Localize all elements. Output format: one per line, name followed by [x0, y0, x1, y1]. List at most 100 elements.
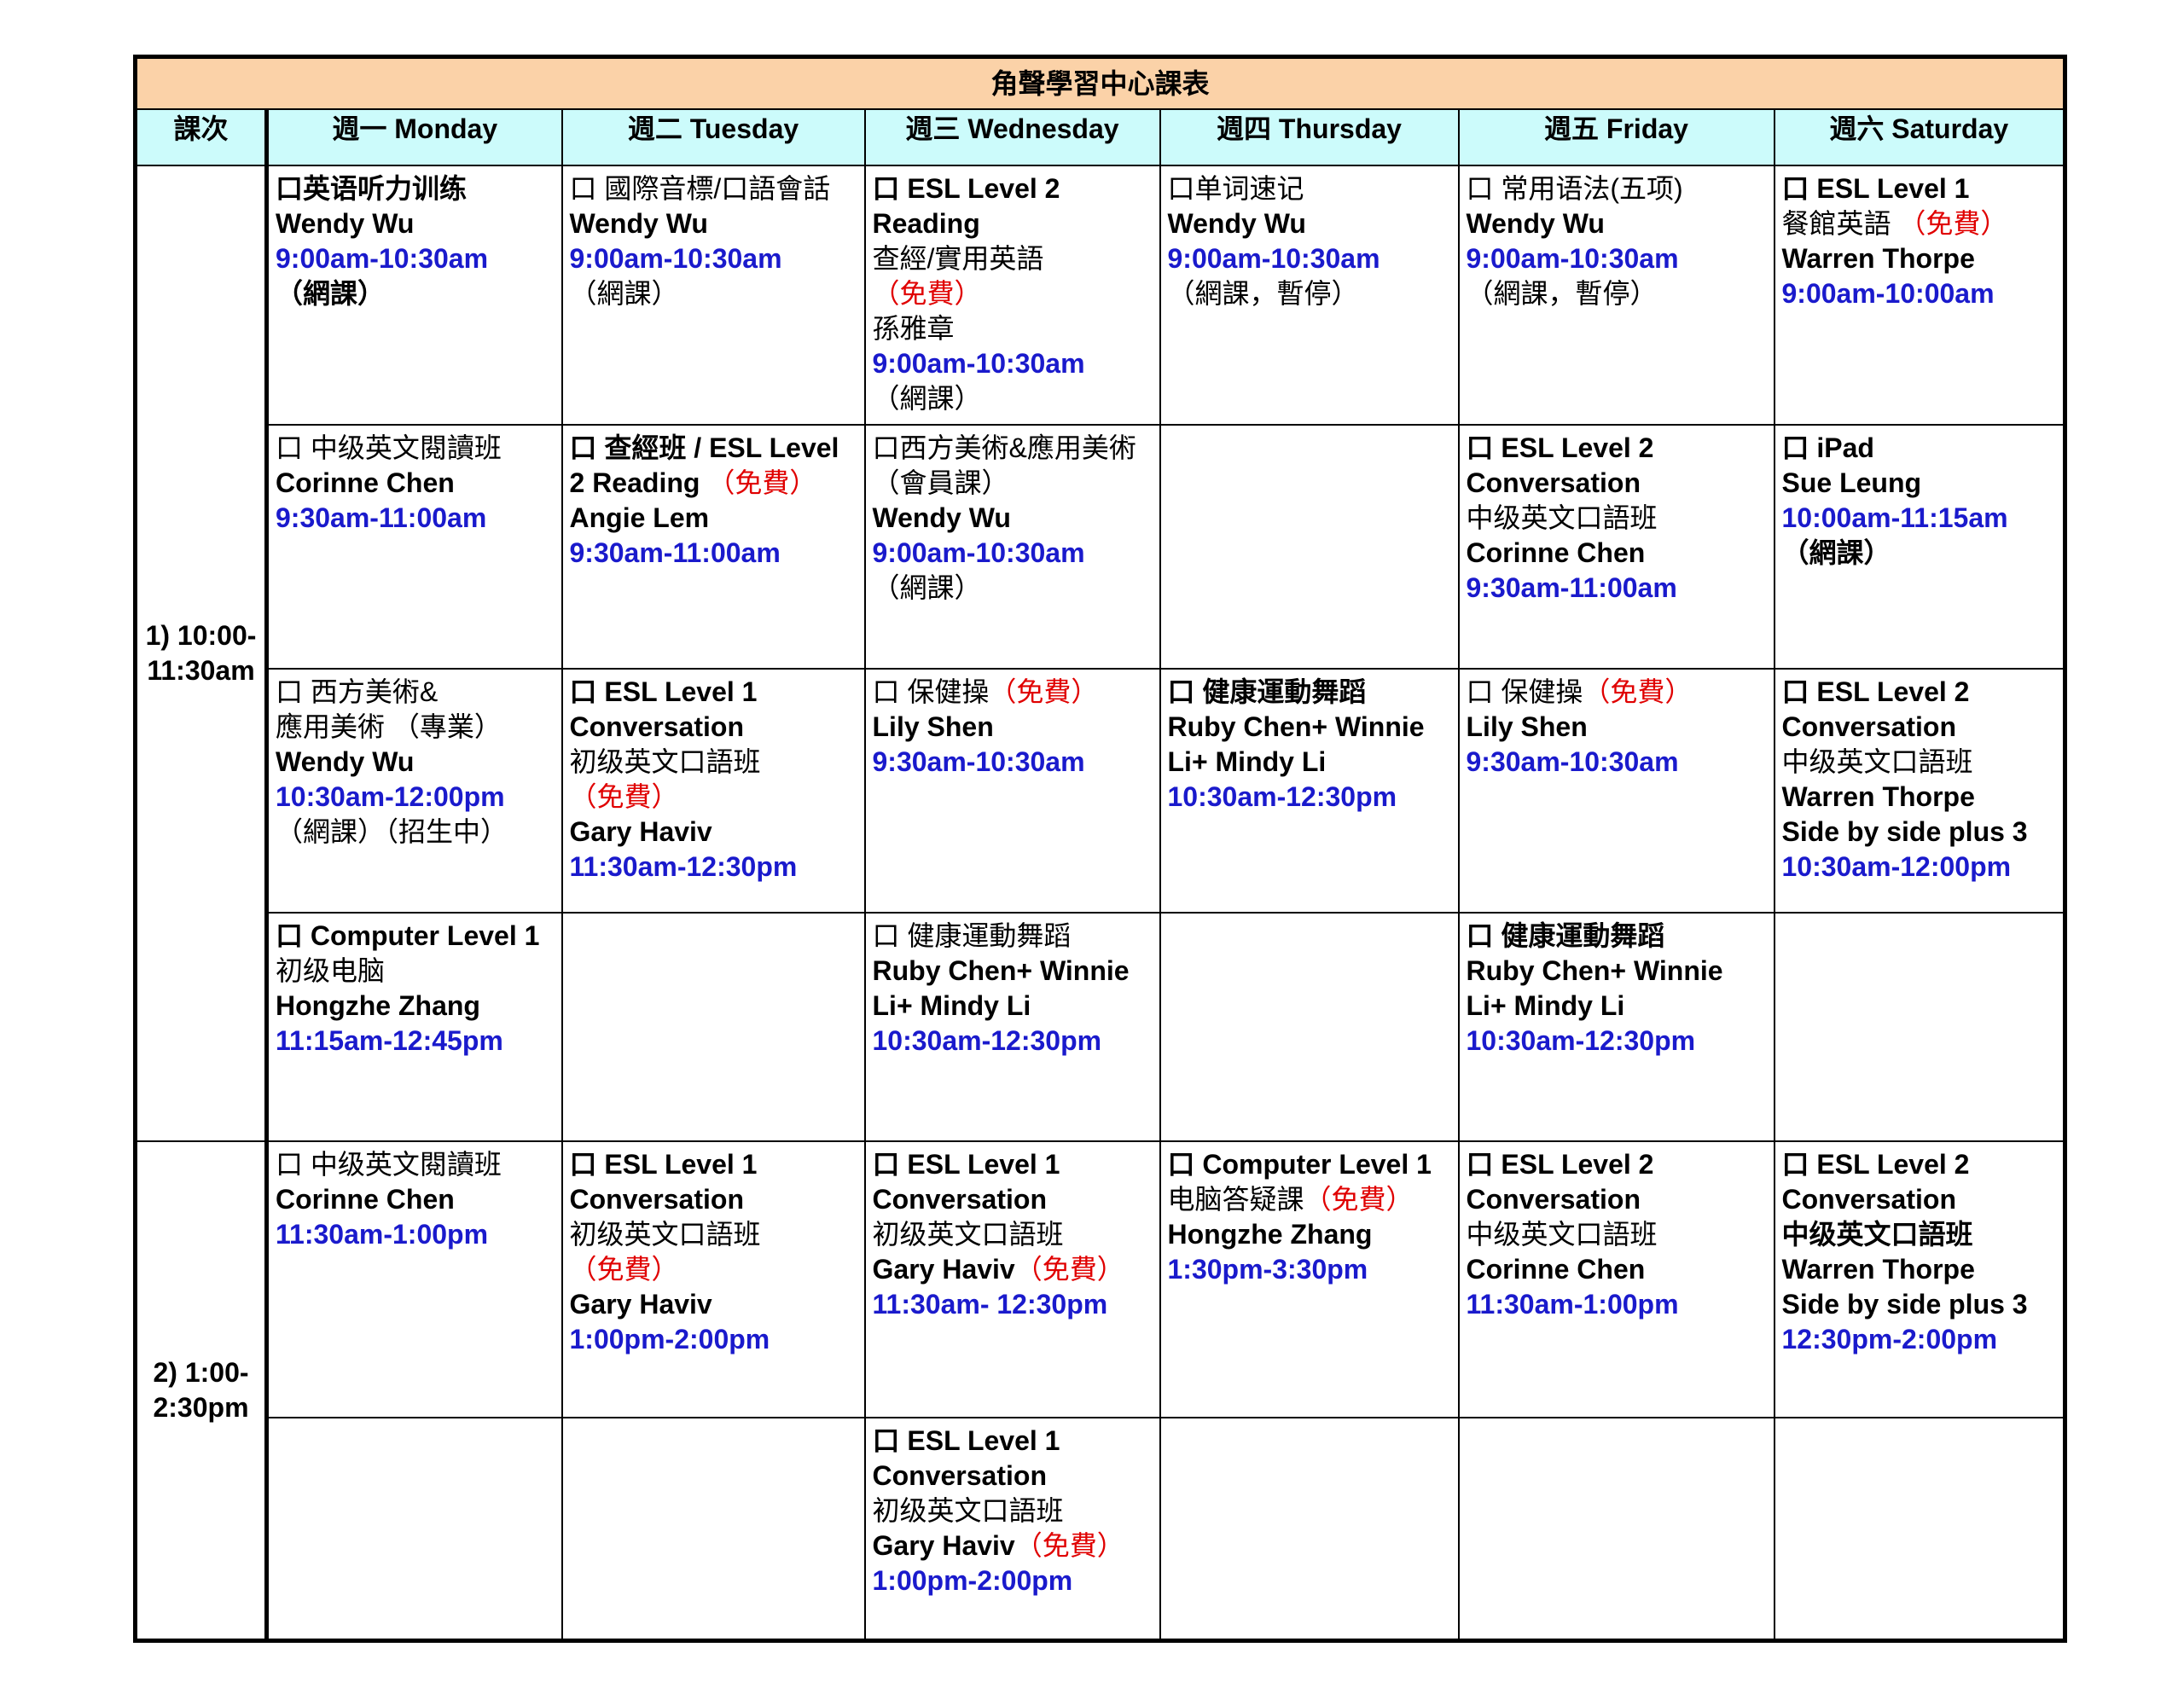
class-time: 9:00am-10:30am — [872, 537, 1085, 568]
class-time: 11:30am- 12:30pm — [872, 1288, 1108, 1320]
class-line: 口 查經班 / ESL Level — [569, 432, 839, 463]
cell-line: 电脑答疑課（免費） — [1168, 1182, 1451, 1217]
class-line: Conversation — [872, 1183, 1047, 1215]
cell-line: 初级电脑 — [276, 954, 555, 989]
class-cell-r2-fri: 口 ESL Level 2 Conversation 中级英文口語班 Corinne … — [1457, 423, 1775, 670]
class-line: 初级英文口語班 — [872, 1218, 1064, 1250]
class-time: 11:30am-1:00pm — [276, 1218, 489, 1250]
class-cell-r4-fri: 口 健康運動舞蹈 Ruby Chen+ Winnie Li+ Mindy Li 10:… — [1457, 911, 1775, 1142]
cell-line: 初级英文口語班 — [873, 1494, 1153, 1528]
cell-line: Corinne Chen — [1467, 1252, 1767, 1287]
cell-line: 口 健康運動舞蹈 — [873, 919, 1153, 954]
class-line: Wendy Wu — [1466, 207, 1605, 239]
class-line: Wendy Wu — [872, 502, 1011, 533]
class-line: Hongzhe Zhang — [276, 989, 480, 1021]
cell-line: Wendy Wu — [873, 501, 1153, 536]
class-line: 中级英文口語班 — [1781, 1218, 1973, 1250]
class-time: 10:30am-12:00pm — [276, 780, 505, 812]
class-line: Sue Leung — [1781, 467, 1922, 498]
table-row: 2) 1:00-2:30pm 口 中级英文閱讀班 Corinne Chen 11:3… — [134, 1140, 2066, 1642]
class-time: 9:30am-11:00am — [1466, 571, 1677, 603]
cell-line: Wendy Wu — [570, 206, 857, 241]
cell-line: 查經/實用英語 — [873, 241, 1153, 276]
cell-line: 口 保健操（免費） — [1467, 675, 1767, 710]
cell-line: （會員課） — [873, 466, 1153, 501]
table-row: 口 西方美術& 應用美術 （專業） Wendy Wu 10:30am-12:00pm （… — [136, 667, 2066, 914]
class-line: 中级英文口語班 — [1466, 1218, 1658, 1250]
free-tag: （免費） — [1304, 1183, 1414, 1215]
class-cell-r6-wed: 口 ESL Level 1 Conversation 初级英文口語班 Gary Ha… — [863, 1416, 1161, 1642]
class-line: 口英语听力训练 — [276, 172, 468, 204]
class-line: Warren Thorpe — [1781, 242, 1975, 274]
class-line: Corinne Chen — [276, 467, 455, 498]
class-line: 口 Computer Level 1 — [1167, 1148, 1432, 1180]
class-line: 口 ESL Level 1 — [1781, 172, 1970, 204]
cell-line: 口 健康運動舞蹈 — [1467, 919, 1767, 954]
cell-line: 11:30am-1:00pm — [1467, 1287, 1767, 1322]
cell-line: 口英语听力训练 — [276, 171, 555, 206]
class-cell-r3-mon: 口 西方美術& 應用美術 （專業） Wendy Wu 10:30am-12:00pm （… — [265, 667, 563, 914]
class-line: （網課） — [569, 277, 679, 309]
class-time: 11:15am-12:45pm — [276, 1024, 503, 1056]
class-cell-r1-tue: 口 國際音標/口語會話 Wendy Wu 9:00am-10:30am （網課） — [561, 164, 866, 426]
class-line: Gary Haviv — [569, 1288, 712, 1320]
class-line: 口 ESL Level 2 — [1781, 676, 1970, 707]
class-cell-r4-tue — [561, 911, 866, 1142]
class-line: 口 常用语法(五项) — [1466, 172, 1683, 204]
period-2-label: 2) 1:00-2:30pm — [134, 1140, 269, 1642]
free-tag: （免費） — [1014, 1253, 1124, 1285]
class-cell-r3-sat: 口 ESL Level 2 Conversation 中级英文口語班 Warren T… — [1773, 667, 2066, 914]
cell-line: 2 Reading （免費） — [570, 466, 857, 501]
class-time: 10:30am-12:30pm — [1466, 1024, 1696, 1056]
cell-line: 餐館英語 （免費） — [1782, 206, 2057, 241]
cell-line: Hongzhe Zhang — [1168, 1217, 1451, 1252]
cell-line: 口 國際音標/口語會話 — [570, 171, 857, 206]
cell-line: 10:30am-12:30pm — [1168, 780, 1451, 815]
class-cell-r2-thu — [1159, 423, 1460, 670]
header-monday: 週一 Monday — [265, 108, 563, 166]
class-line: Reading — [872, 207, 980, 239]
class-line: Wendy Wu — [569, 207, 708, 239]
class-cell-r5-mon: 口 中级英文閱讀班 Corinne Chen 11:30am-1:00pm — [265, 1140, 563, 1418]
cell-line: Conversation — [1467, 1182, 1767, 1217]
free-tag: （免費） — [872, 277, 982, 309]
cell-line: 口 西方美術& — [276, 675, 555, 710]
class-line: Li+ Mindy Li — [872, 989, 1031, 1021]
class-line: Corinne Chen — [1466, 537, 1646, 568]
cell-line: 9:30am-10:30am — [1467, 745, 1767, 780]
class-line: 查經/實用英語 — [872, 242, 1044, 274]
cell-line: Gary Haviv（免費） — [873, 1528, 1153, 1563]
class-time: 11:30am-1:00pm — [1466, 1288, 1679, 1320]
cell-line: Ruby Chen+ Winnie — [1467, 954, 1767, 989]
cell-line: 9:00am-10:30am — [873, 536, 1153, 571]
cell-line: Warren Thorpe — [1782, 241, 2057, 276]
period-1-text: 1) 10:00-11:30am — [145, 619, 257, 686]
class-time: 12:30pm-2:00pm — [1781, 1323, 1998, 1354]
cell-line: Warren Thorpe — [1782, 1252, 2057, 1287]
class-time: 11:30am-12:30pm — [569, 850, 798, 882]
class-line: Lily Shen — [872, 711, 994, 742]
cell-line: （網課，暫停） — [1467, 276, 1767, 311]
cell-line: Conversation — [1782, 710, 2057, 745]
cell-line: Corinne Chen — [1467, 536, 1767, 571]
cell-line: 9:00am-10:30am — [276, 241, 555, 276]
class-line: （網課） — [872, 571, 982, 603]
cell-line: 9:30am-11:00am — [570, 536, 857, 571]
class-cell-r6-sat — [1773, 1416, 2066, 1642]
cell-line: 口 常用语法(五项) — [1467, 171, 1767, 206]
cell-line: Corinne Chen — [276, 466, 555, 501]
class-cell-r6-thu — [1159, 1416, 1460, 1642]
class-cell-r4-sat — [1773, 911, 2066, 1142]
class-line: 口 健康運動舞蹈 — [1466, 919, 1665, 951]
class-cell-r1-sat: 口 ESL Level 1 餐館英語 （免費） Warren Thorpe 9:00… — [1773, 164, 2066, 426]
class-time: 9:00am-10:30am — [569, 242, 782, 274]
cell-line: Corinne Chen — [276, 1182, 555, 1217]
class-line: 初级英文口語班 — [569, 1218, 761, 1250]
class-line: 口 ESL Level 1 — [872, 1148, 1060, 1180]
cell-line: 9:30am-11:00am — [1467, 571, 1767, 606]
class-time: 9:30am-11:00am — [276, 502, 487, 533]
class-line: Ruby Chen+ Winnie — [1466, 954, 1723, 986]
class-time: 9:30am-10:30am — [1466, 745, 1679, 777]
class-time: 1:00pm-2:00pm — [569, 1323, 770, 1354]
class-line: 口 保健操 — [872, 676, 990, 707]
